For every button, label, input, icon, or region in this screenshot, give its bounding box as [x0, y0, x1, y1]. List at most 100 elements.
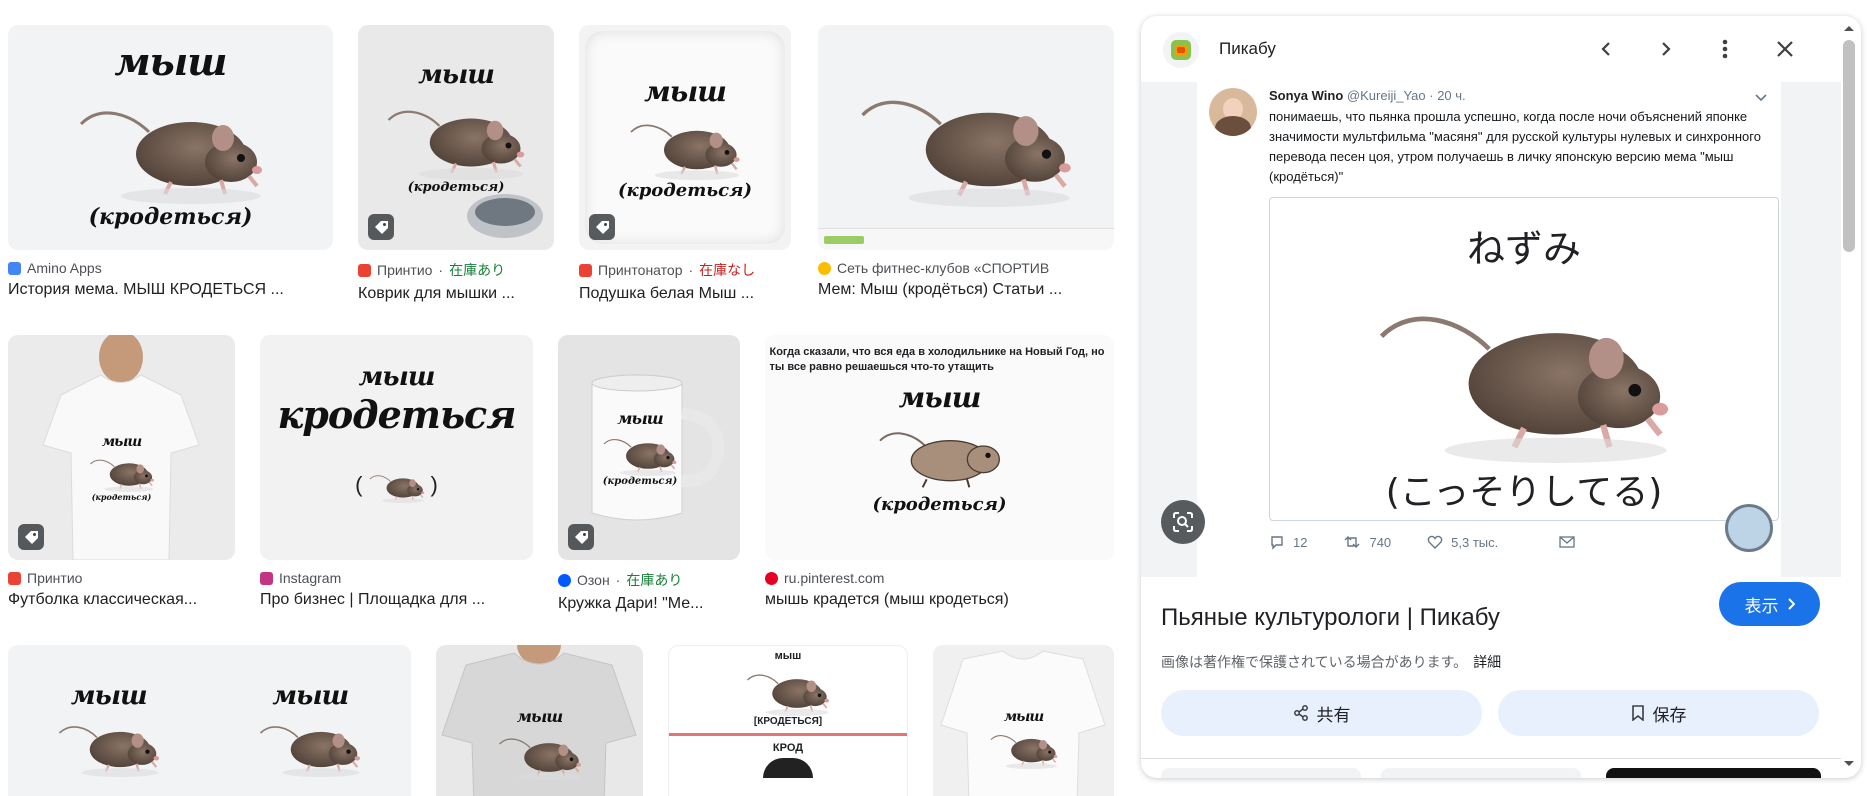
meme-bottom-text: (кродеться) [618, 179, 752, 201]
shopping-tag-icon [368, 214, 394, 240]
source-name: Сеть фитнес-клубов «СПОРТИВ [837, 260, 1050, 276]
result-source[interactable]: Принтио [8, 570, 235, 586]
result-thumbnail[interactable]: мыш [КРОДЕТЬСЯ] КРОД [668, 645, 908, 796]
mouse-image [989, 734, 1058, 769]
result-thumbnail[interactable]: мыш кродеться ( ) [260, 335, 533, 560]
lens-search-icon [1173, 512, 1193, 532]
avatar [1209, 88, 1257, 136]
close-icon [1777, 41, 1793, 57]
image-result-card[interactable]: мыш [КРОДЕТЬСЯ] КРОД [668, 645, 908, 796]
result-source[interactable]: Принтонатор · 在庫なし [579, 260, 791, 280]
image-result-card[interactable]: мыш мыш [8, 645, 411, 796]
more-vert-icon [1722, 39, 1728, 59]
show-button[interactable]: 表示 [1719, 582, 1820, 626]
save-label: 保存 [1652, 705, 1687, 725]
meme-top-text: мыш [774, 650, 802, 662]
result-thumbnail[interactable]: мыш (кродеться) [579, 25, 791, 250]
result-source[interactable]: Instagram [260, 570, 533, 586]
meme-top-text: мыш [101, 433, 142, 450]
tweet-text: понимаешь, что пьянка прошла успешно, ко… [1269, 109, 1761, 184]
result-thumbnail[interactable] [818, 25, 1114, 250]
result-source[interactable]: Озон · 在庫あり [558, 570, 740, 590]
result-source[interactable]: Сеть фитнес-клубов «СПОРТИВ [818, 260, 1114, 276]
jp-top-text: ねずみ [1466, 227, 1581, 271]
mouse-image [368, 475, 425, 503]
related-thumbnail[interactable] [1606, 768, 1821, 778]
image-result-card[interactable]: мыш (кродеться) Принтонатор · 在庫なし Подуш… [579, 25, 791, 303]
result-thumbnail[interactable]: мыш (кродеться) [8, 25, 333, 250]
copyright-details-link[interactable]: 詳細 [1473, 654, 1501, 670]
related-thumbnail[interactable] [1161, 768, 1361, 778]
image-result-card[interactable]: Когда сказали, что вся еда в холодильник… [765, 335, 1114, 609]
share-button[interactable]: 共有 [1161, 690, 1482, 736]
shopping-tag-icon [589, 214, 615, 240]
scroll-up-icon[interactable] [1843, 24, 1855, 32]
jp-bottom-text: (こっそりしてる) [1385, 472, 1663, 513]
result-thumbnail[interactable]: Когда сказали, что вся еда в холодильник… [765, 335, 1114, 560]
preview-image[interactable]: Sonya Wino @Kureiji_Yao · 20 ч. понимаеш… [1141, 82, 1841, 577]
meme-bottom-text: (кродеться) [88, 204, 253, 230]
save-button[interactable]: 保存 [1498, 690, 1819, 736]
tweet-handle: @Kureiji_Yao [1346, 88, 1426, 103]
result-thumbnail[interactable]: мыш (кродеться) [358, 25, 554, 250]
meme-top-text: мыш [114, 39, 227, 84]
related-thumbnail[interactable] [1381, 768, 1581, 778]
source-name: Принтио [377, 262, 433, 278]
mouse-image [603, 438, 678, 476]
image-result-card[interactable]: мыш (кродеться) Принтио · 在庫あり Коврик дл… [358, 25, 554, 303]
close-button[interactable] [1770, 34, 1800, 64]
copyright-text: 画像は著作権で保護されている場合があります。 [1161, 654, 1468, 670]
scroll-down-icon[interactable] [1843, 760, 1855, 768]
meme-bottom-text: КРОД [772, 742, 804, 754]
instagram-icon [260, 571, 273, 585]
mouse-image [498, 738, 582, 780]
result-thumbnail[interactable]: мыш [436, 645, 643, 796]
result-thumbnail[interactable]: мыш (кродеться) [8, 335, 235, 560]
result-title[interactable]: Коврик для мышки ... [358, 285, 554, 303]
site-name[interactable]: Пикабу [1219, 39, 1276, 59]
image-result-card[interactable]: мыш (кродеться) Принтио Футболка классич… [8, 335, 235, 609]
image-result-card[interactable]: мыш [933, 645, 1114, 796]
pikabu-icon[interactable] [1163, 32, 1199, 68]
result-thumbnail[interactable]: мыш мыш [8, 645, 411, 796]
result-title[interactable]: Подушка белая Мыш ... [579, 285, 791, 303]
stock-status: 在庫なし [699, 262, 756, 278]
image-result-card[interactable]: мыш (кродеться) Amino Apps История мема.… [8, 25, 333, 299]
source-name: Озон [577, 572, 610, 588]
more-options-button[interactable] [1710, 34, 1740, 64]
rat-image [746, 674, 830, 716]
image-result-card[interactable]: мыш (кродеться) Озон · 在庫あり Кружка Дари!… [558, 335, 740, 613]
like-count: 5,3 тыс. [1451, 534, 1499, 550]
meme-top-text: мыш [617, 408, 663, 428]
result-title[interactable]: Про бизнес | Площадка для ... [260, 591, 533, 609]
fitness-club-icon [818, 261, 831, 275]
image-result-card[interactable]: мыш кродеться ( ) Instagram Про бизнес |… [260, 335, 533, 609]
share-label: 共有 [1316, 705, 1351, 725]
mouse-image [851, 69, 1081, 207]
mouse-image [89, 458, 155, 492]
printio-icon [358, 263, 371, 277]
mouse-image [259, 725, 362, 777]
previous-button[interactable] [1591, 34, 1621, 64]
result-thumbnail[interactable]: мыш [933, 645, 1114, 796]
result-title[interactable]: Кружка Дари! "Ме... [558, 595, 740, 613]
result-source[interactable]: Принтио · 在庫あり [358, 260, 554, 280]
lens-search-button[interactable] [1161, 500, 1205, 544]
result-title[interactable]: Футболка классическая... [8, 591, 235, 609]
image-result-card[interactable]: Сеть фитнес-клубов «СПОРТИВ Мем: Мыш (кр… [818, 25, 1114, 299]
image-result-card[interactable]: мыш [436, 645, 643, 796]
page-title[interactable]: Пьяные культурологи | Пикабу [1161, 604, 1500, 632]
meme-top-text: мыш [516, 707, 563, 726]
result-source[interactable]: ru.pinterest.com [765, 570, 1114, 586]
scrollbar-thumb[interactable] [1843, 40, 1855, 252]
result-title[interactable]: Мем: Мыш (кродёться) Статьи ... [818, 281, 1114, 299]
next-button[interactable] [1651, 34, 1681, 64]
result-title[interactable]: мышь крадется (мыш кродеться) [765, 591, 1114, 609]
result-thumbnail[interactable]: мыш (кродеться) [558, 335, 740, 560]
result-source[interactable]: Amino Apps [8, 260, 333, 276]
tweet-time: · 20 ч. [1429, 88, 1466, 103]
meme-mid-text: мыш [898, 381, 982, 414]
tweet-author: Sonya Wino [1269, 88, 1344, 103]
meme-top-text: мыш [70, 681, 148, 711]
result-title[interactable]: История мема. МЫШ КРОДЕТЬСЯ ... [8, 281, 333, 299]
